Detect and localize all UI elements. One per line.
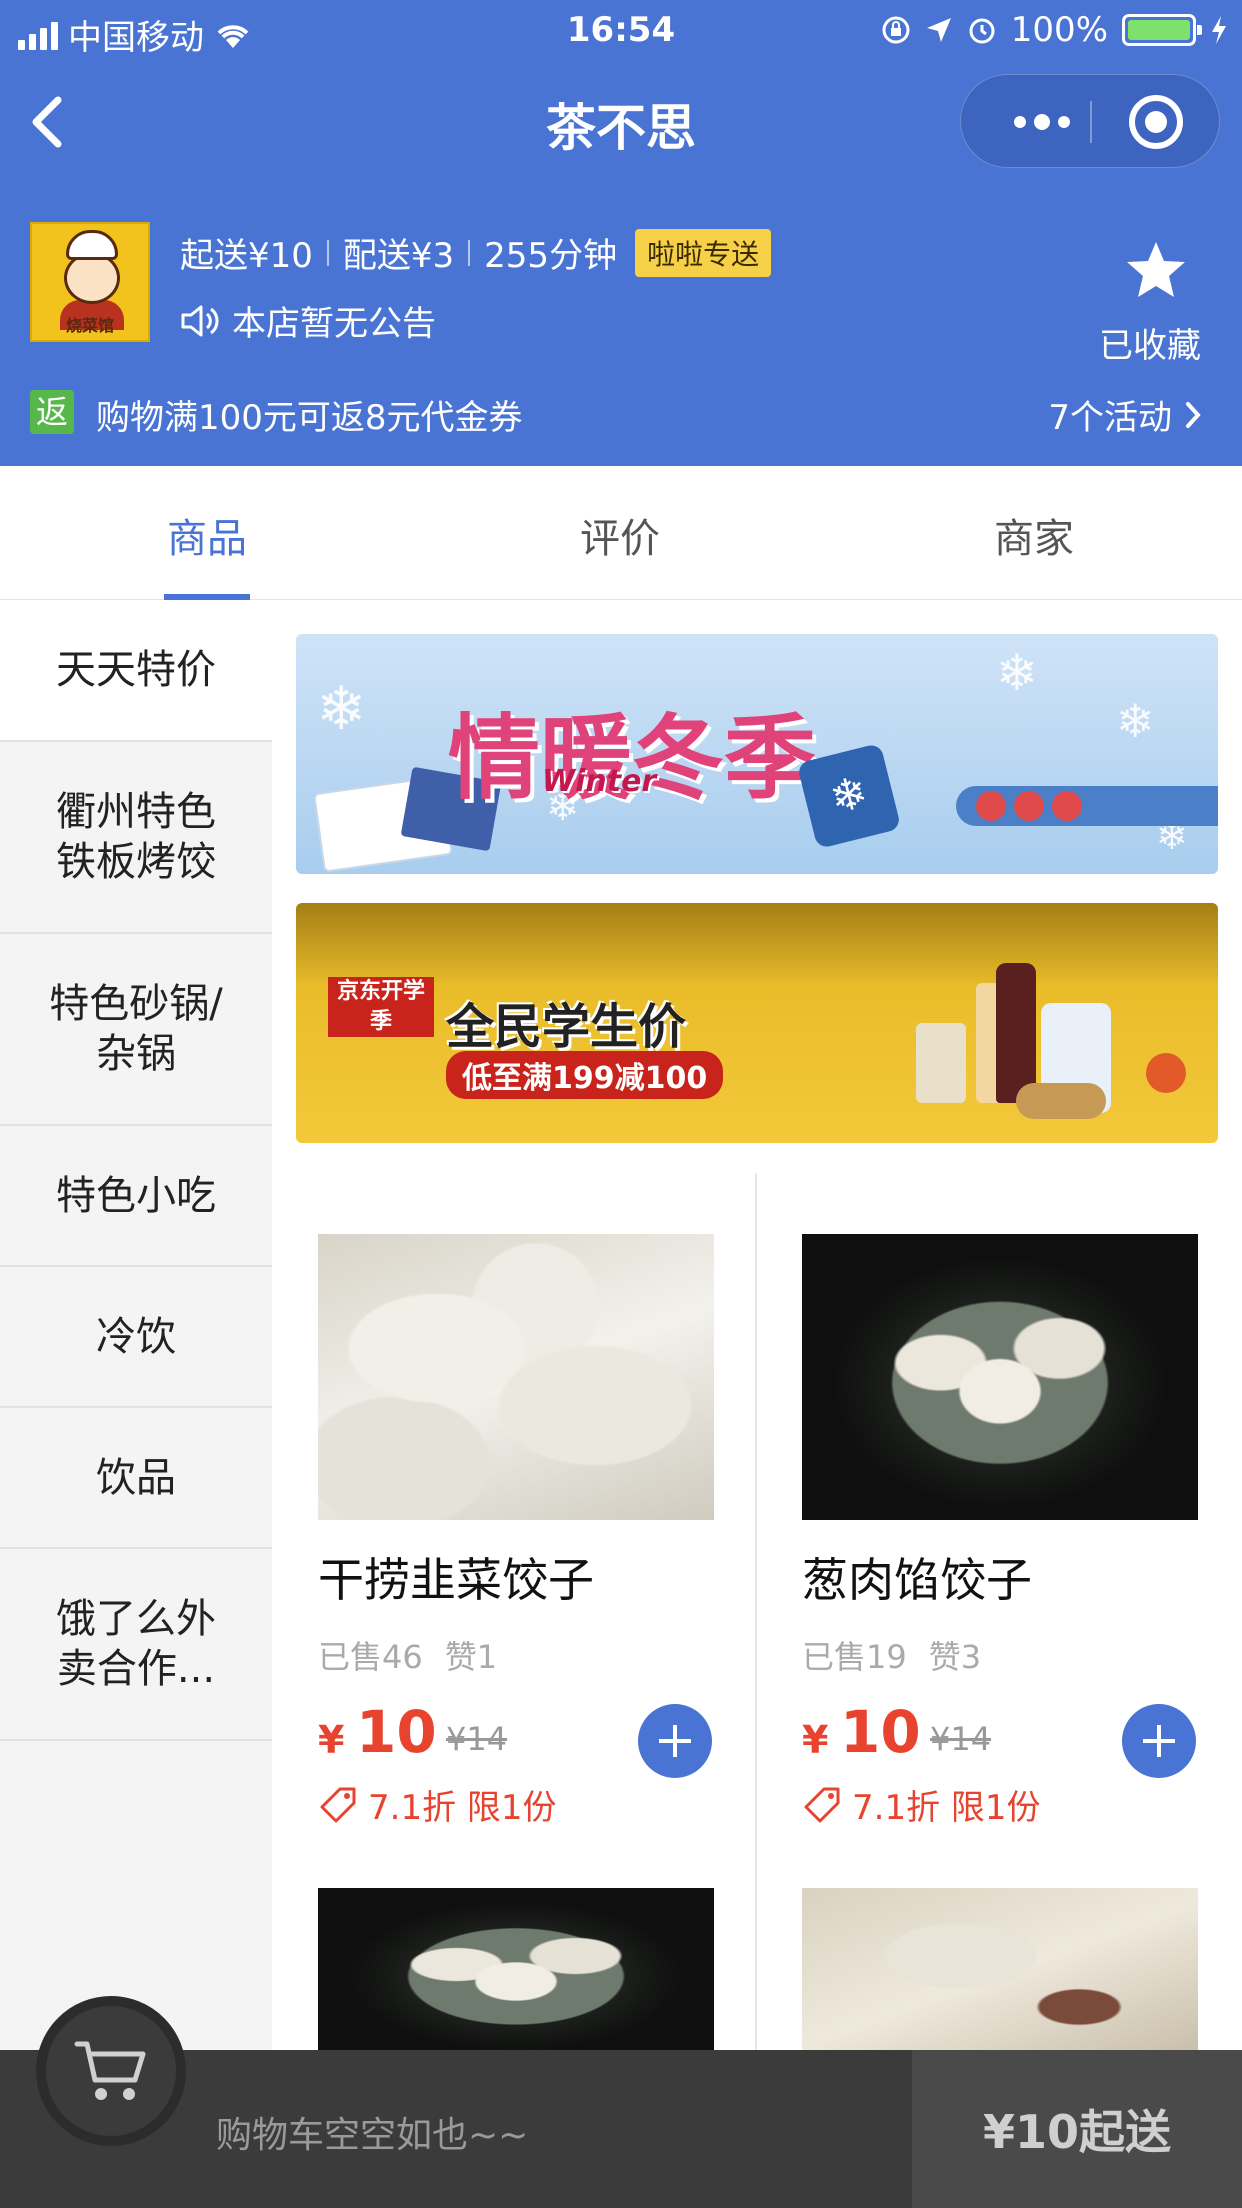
category-item[interactable]: 冷饮 [0,1267,272,1408]
currency-symbol: ¥ [802,1718,829,1762]
alarm-icon [969,18,995,44]
add-to-cart-button[interactable] [1122,1704,1196,1778]
checkout-button[interactable]: ¥10起送 [912,2050,1242,2208]
cart-button[interactable] [36,1996,186,2146]
product-name: 葱肉馅饺子 [802,1553,1032,1607]
product-name: 干捞韭菜饺子 [318,1553,594,1607]
shop-logo: 烧菜馆 [30,222,150,342]
category-item[interactable]: 饮品 [0,1408,272,1549]
product-image [802,1888,1198,2050]
product-image [318,1888,714,2050]
promo-more-link[interactable]: 7个活动 [1048,390,1202,439]
battery-percent: 100% [1010,10,1108,50]
shopping-cart-icon [74,2041,146,2100]
product-sold: 已售46 [318,1638,423,1676]
category-sidebar: 天天特价 衢州特色铁板烤饺 特色砂锅/杂锅 特色小吃 冷饮 饮品 饿了么外卖合作… [0,600,272,2050]
tag-icon [804,1787,840,1822]
cart-empty-text: 购物车空空如也~~ [216,2115,529,2156]
student-banner-subtitle: 低至满199减100 [446,1051,724,1099]
min-order-label: ¥10起送 [982,2105,1172,2159]
category-item[interactable]: 饿了么外卖合作... [0,1549,272,1741]
product-divider [755,1173,757,2050]
promo-text: 购物满100元可返8元代金券 [96,398,523,438]
capsule-divider [1090,101,1092,143]
product-discount: 7.1折 限1份 [318,1780,714,1829]
rebate-icon: 返 [30,390,74,434]
shop-delivery-info: 起送¥10 配送¥3 255分钟 啦啦专送 [180,228,772,277]
shop-header: 中国移动 16:54 100% 茶不思 烧菜馆 起送¥10 配送¥3 255分钟… [0,0,1242,466]
category-item[interactable]: 衢州特色铁板烤饺 [0,742,272,934]
tag-icon [320,1787,356,1822]
category-item[interactable]: 天天特价 [0,600,272,742]
product-image [318,1234,714,1520]
status-bar: 中国移动 16:54 100% [0,0,1242,62]
product-original-price: ¥14 [930,1720,992,1758]
status-right: 100% [881,10,1228,50]
close-miniprogram-button[interactable] [1129,95,1183,149]
currency-symbol: ¥ [318,1718,345,1762]
orientation-lock-icon [882,16,910,44]
product-price-row: ¥ 10 ¥14 [802,1698,1198,1778]
product-list: ❄ ❄ ❄ ❄ ❄ 情暖冬季 Winter ❄ 京东开学季 全民学生价 低至满1… [272,600,1242,2050]
category-item[interactable]: 特色小吃 [0,1126,272,1267]
promo-more-label: 7个活动 [1048,398,1172,438]
winter-banner[interactable]: ❄ ❄ ❄ ❄ ❄ 情暖冬季 Winter ❄ [296,634,1218,874]
tab-merchant[interactable]: 商家 [934,506,1134,564]
miniprogram-capsule [960,74,1220,168]
product-card[interactable]: 葱肉馅饺子 已售19 赞3 ¥ 10 ¥14 7.1折 限1份 [802,1234,1198,1829]
speaker-icon [181,305,219,336]
student-banner-title: 全民学生价 [446,999,687,1055]
add-to-cart-button[interactable] [638,1704,712,1778]
product-likes: 赞1 [444,1638,498,1676]
delivery-time: 255分钟 [484,236,618,276]
charging-icon [1212,16,1226,44]
product-card[interactable]: 干捞韭菜饺子 已售46 赞1 ¥ 10 ¥14 7.1折 限1份 [318,1234,714,1829]
discount-text: 7.1折 限1份 [852,1788,1041,1828]
product-stats: 已售46 赞1 [318,1632,714,1678]
chevron-right-icon [1186,401,1201,428]
student-banner[interactable]: 京东开学季 全民学生价 低至满199减100 [296,903,1218,1143]
delivery-fee: 配送¥3 [342,236,455,276]
tab-products[interactable]: 商品 [107,506,307,564]
star-icon [1127,242,1185,297]
shop-logo-text: 烧菜馆 [65,316,114,335]
tab-bar: 商品 评价 商家 [0,466,1242,600]
category-item[interactable]: 特色砂锅/杂锅 [0,934,272,1126]
product-price: 10 [356,1698,437,1766]
battery-icon [1122,14,1202,46]
discount-text: 7.1折 限1份 [368,1788,557,1828]
product-sold: 已售19 [802,1638,907,1676]
location-icon [926,18,951,42]
product-stats: 已售19 赞3 [802,1632,1198,1678]
cart-bar: 购物车空空如也~~ ¥10起送 [0,2050,1242,2208]
product-price-row: ¥ 10 ¥14 [318,1698,714,1778]
favorite-label: 已收藏 [1099,326,1201,366]
student-banner-brand: 京东开学季 [328,977,434,1037]
product-card[interactable] [318,1888,714,2050]
product-image [802,1234,1198,1520]
product-likes: 赞3 [928,1638,982,1676]
product-price: 10 [840,1698,921,1766]
nav-bar: 茶不思 [0,62,1242,182]
min-order: 起送¥10 [180,236,313,276]
product-card[interactable] [802,1888,1198,2050]
shop-notice: 本店暂无公告 [180,296,436,345]
notice-text: 本店暂无公告 [232,304,436,344]
product-discount: 7.1折 限1份 [802,1780,1198,1829]
delivery-badge: 啦啦专送 [635,228,772,277]
tab-reviews[interactable]: 评价 [520,506,720,564]
product-original-price: ¥14 [446,1720,508,1758]
favorite-button[interactable]: 已收藏 [1099,238,1212,367]
more-dots-icon [1014,116,1026,128]
winter-banner-subtitle: Winter [542,764,657,799]
promo-bar[interactable]: 返 购物满100元可返8元代金券 7个活动 [0,388,1242,450]
more-button[interactable] [997,75,1087,169]
